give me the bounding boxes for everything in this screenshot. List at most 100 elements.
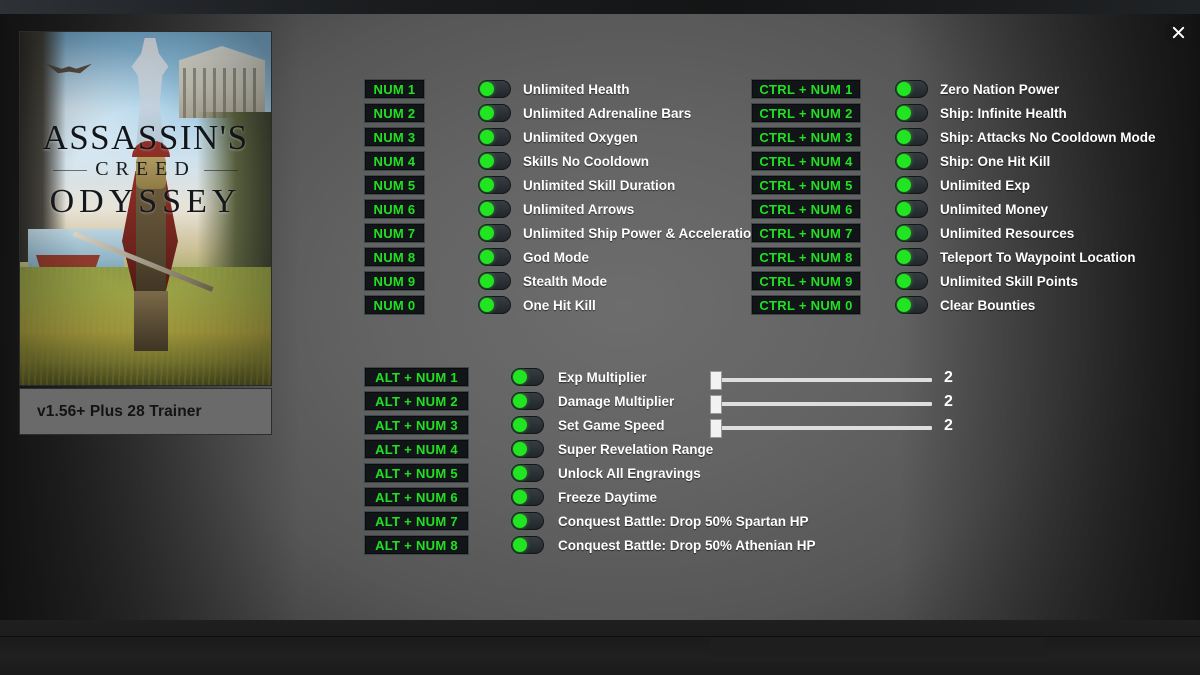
trainer-window: ASSASSIN'S CREED ODYSSEY v1.56+ Plus 28 … (0, 0, 1200, 675)
cheat-row: CTRL + NUM 7 Unlimited Resources (751, 221, 1156, 245)
hotkey-button[interactable]: CTRL + NUM 5 (751, 175, 861, 195)
slider-handle[interactable] (710, 419, 722, 438)
hotkey-button[interactable]: CTRL + NUM 7 (751, 223, 861, 243)
toggle-knob (480, 298, 494, 312)
slider-handle[interactable] (710, 371, 722, 390)
hotkey-button[interactable]: CTRL + NUM 4 (751, 151, 861, 171)
toggle-knob (897, 130, 911, 144)
cheat-row: NUM 0 One Hit Kill (364, 293, 760, 317)
cheat-label: Zero Nation Power (940, 81, 1060, 97)
value-slider[interactable] (710, 415, 932, 438)
cheat-label: Skills No Cooldown (523, 153, 650, 169)
version-bar: v1.56+ Plus 28 Trainer (19, 388, 272, 435)
value-slider[interactable] (710, 391, 932, 414)
cheat-toggle[interactable] (511, 440, 544, 458)
hotkey-button[interactable]: ALT + NUM 2 (364, 391, 469, 411)
version-label: v1.56+ Plus 28 Trainer (37, 402, 202, 420)
cheat-toggle[interactable] (511, 536, 544, 554)
cheat-toggle[interactable] (511, 368, 544, 386)
toggle-knob (897, 106, 911, 120)
slider-value: 2 (944, 393, 953, 410)
cheat-toggle[interactable] (895, 104, 928, 122)
hotkey-button[interactable]: NUM 3 (364, 127, 425, 147)
slider-track (716, 402, 932, 406)
cheat-row: NUM 5 Unlimited Skill Duration (364, 173, 760, 197)
cheat-toggle[interactable] (478, 80, 511, 98)
cheat-row: ALT + NUM 5 Unlock All Engravings (364, 461, 816, 485)
slider-row: 2 (710, 390, 960, 414)
cheat-toggle[interactable] (895, 248, 928, 266)
hotkey-button[interactable]: ALT + NUM 4 (364, 439, 469, 459)
cheat-toggle[interactable] (478, 128, 511, 146)
cheat-toggle[interactable] (478, 296, 511, 314)
cheat-toggle[interactable] (511, 464, 544, 482)
hotkey-button[interactable]: NUM 9 (364, 271, 425, 291)
hotkey-button[interactable]: CTRL + NUM 6 (751, 199, 861, 219)
hotkey-button[interactable]: CTRL + NUM 3 (751, 127, 861, 147)
close-button[interactable] (1165, 19, 1192, 46)
hotkey-button[interactable]: CTRL + NUM 1 (751, 79, 861, 99)
cheat-toggle[interactable] (478, 200, 511, 218)
toggle-knob (897, 226, 911, 240)
cheat-toggle[interactable] (895, 224, 928, 242)
hotkey-button[interactable]: ALT + NUM 8 (364, 535, 469, 555)
hotkey-button[interactable]: ALT + NUM 5 (364, 463, 469, 483)
cheat-toggle[interactable] (478, 176, 511, 194)
toggle-knob (897, 178, 911, 192)
hotkey-button[interactable]: NUM 1 (364, 79, 425, 99)
hotkey-button[interactable]: CTRL + NUM 8 (751, 247, 861, 267)
cheat-toggle[interactable] (478, 104, 511, 122)
hotkey-button[interactable]: CTRL + NUM 2 (751, 103, 861, 123)
hotkey-button[interactable]: NUM 4 (364, 151, 425, 171)
hotkey-button[interactable]: NUM 0 (364, 295, 425, 315)
slider-handle[interactable] (710, 395, 722, 414)
hotkey-button[interactable]: CTRL + NUM 0 (751, 295, 861, 315)
hotkey-button[interactable]: NUM 8 (364, 247, 425, 267)
cheat-toggle[interactable] (478, 248, 511, 266)
hotkey-button[interactable]: ALT + NUM 7 (364, 511, 469, 531)
cheat-toggle[interactable] (478, 272, 511, 290)
cheat-row: NUM 7 Unlimited Ship Power & Acceleration (364, 221, 760, 245)
cheat-label: Unlock All Engravings (558, 465, 701, 481)
hotkey-button[interactable]: ALT + NUM 3 (364, 415, 469, 435)
toggle-knob (480, 178, 494, 192)
cheat-row: CTRL + NUM 3 Ship: Attacks No Cooldown Mo… (751, 125, 1156, 149)
cheat-toggle[interactable] (478, 152, 511, 170)
hotkey-button[interactable]: ALT + NUM 6 (364, 487, 469, 507)
cheat-toggle[interactable] (895, 272, 928, 290)
cheat-row: NUM 9 Stealth Mode (364, 269, 760, 293)
cover-title-line2: CREED (53, 158, 238, 181)
cheat-toggle[interactable] (895, 296, 928, 314)
cheat-row: ALT + NUM 7 Conquest Battle: Drop 50% Spa… (364, 509, 816, 533)
value-slider[interactable] (710, 367, 932, 390)
cheat-toggle[interactable] (511, 512, 544, 530)
cheat-label: Unlimited Oxygen (523, 129, 638, 145)
slider-value: 2 (944, 417, 953, 434)
cheat-toggle[interactable] (895, 152, 928, 170)
cheat-toggle[interactable] (895, 128, 928, 146)
toggle-knob (513, 538, 527, 552)
cheat-label: Ship: One Hit Kill (940, 153, 1051, 169)
game-cover-art: ASSASSIN'S CREED ODYSSEY (19, 31, 272, 386)
cheat-toggle[interactable] (511, 392, 544, 410)
toggle-knob (513, 394, 527, 408)
cheat-toggle[interactable] (895, 176, 928, 194)
toggle-knob (480, 82, 494, 96)
cheat-toggle[interactable] (895, 200, 928, 218)
toggle-knob (513, 490, 527, 504)
hotkey-button[interactable]: NUM 5 (364, 175, 425, 195)
slider-track (716, 426, 932, 430)
hotkey-button[interactable]: CTRL + NUM 9 (751, 271, 861, 291)
hotkey-button[interactable]: NUM 6 (364, 199, 425, 219)
cheat-row: NUM 3 Unlimited Oxygen (364, 125, 760, 149)
hotkey-button[interactable]: ALT + NUM 1 (364, 367, 469, 387)
toggle-knob (513, 466, 527, 480)
toggle-knob (513, 418, 527, 432)
cheat-toggle[interactable] (478, 224, 511, 242)
hotkey-button[interactable]: NUM 7 (364, 223, 425, 243)
hotkey-button[interactable]: NUM 2 (364, 103, 425, 123)
cheat-toggle[interactable] (511, 416, 544, 434)
cheat-label: Unlimited Skill Points (940, 273, 1079, 289)
cheat-toggle[interactable] (511, 488, 544, 506)
cheat-toggle[interactable] (895, 80, 928, 98)
